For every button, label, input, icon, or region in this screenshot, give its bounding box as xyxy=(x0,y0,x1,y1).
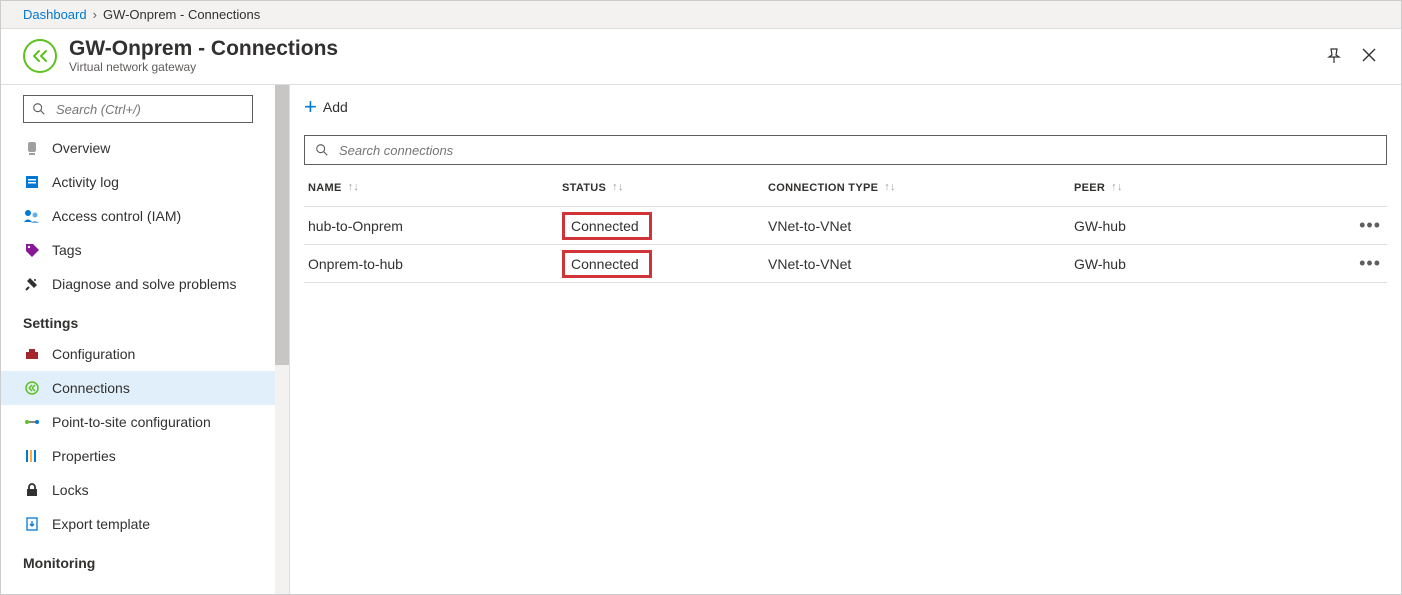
sidebar-section-settings: Settings xyxy=(1,301,289,337)
cell-peer: GW-hub xyxy=(1074,218,1322,234)
cell-status: Connected xyxy=(562,212,768,240)
sidebar-item-configuration[interactable]: Configuration xyxy=(1,337,289,371)
filter-search-input[interactable] xyxy=(337,142,1376,159)
search-icon xyxy=(315,143,329,157)
close-icon[interactable] xyxy=(1361,47,1379,65)
sidebar-search-input[interactable] xyxy=(54,101,244,118)
sidebar-item-label: Locks xyxy=(52,482,89,498)
sidebar-section-monitoring: Monitoring xyxy=(1,541,289,577)
sort-icon: ↑↓ xyxy=(884,182,896,193)
scrollbar-thumb[interactable] xyxy=(275,85,289,365)
table-row[interactable]: hub-to-Onprem Connected VNet-to-VNet GW-… xyxy=(304,207,1387,245)
cell-type: VNet-to-VNet xyxy=(768,256,1074,272)
plus-icon: + xyxy=(304,96,317,118)
column-header-type[interactable]: CONNECTION TYPE ↑↓ xyxy=(768,182,1074,194)
sidebar-item-access-control[interactable]: Access control (IAM) xyxy=(1,199,289,233)
overview-icon xyxy=(23,140,40,157)
cell-name: hub-to-Onprem xyxy=(304,218,562,234)
sidebar-item-label: Access control (IAM) xyxy=(52,208,181,224)
status-badge: Connected xyxy=(562,212,652,240)
sidebar-search[interactable] xyxy=(23,95,253,123)
search-icon xyxy=(32,102,46,116)
sidebar-item-label: Diagnose and solve problems xyxy=(52,276,236,292)
sidebar-scrollbar[interactable] xyxy=(275,85,289,594)
column-header-name[interactable]: NAME ↑↓ xyxy=(304,182,562,194)
tag-icon xyxy=(23,242,40,259)
sort-icon: ↑↓ xyxy=(612,182,624,193)
add-button-label: Add xyxy=(323,99,348,115)
cell-type: VNet-to-VNet xyxy=(768,218,1074,234)
resource-icon xyxy=(23,39,57,73)
sidebar-item-locks[interactable]: Locks xyxy=(1,473,289,507)
sidebar-item-tags[interactable]: Tags xyxy=(1,233,289,267)
row-actions-icon[interactable]: ••• xyxy=(1359,215,1381,236)
sidebar-item-label: Activity log xyxy=(52,174,119,190)
table-row[interactable]: Onprem-to-hub Connected VNet-to-VNet GW-… xyxy=(304,245,1387,283)
sidebar-item-label: Connections xyxy=(52,380,130,396)
activity-log-icon xyxy=(23,174,40,191)
breadcrumb-current: GW-Onprem - Connections xyxy=(103,7,260,22)
main-content: + Add NAME ↑↓ STATUS ↑↓ xyxy=(290,85,1401,594)
cell-status: Connected xyxy=(562,250,768,278)
sidebar-item-diagnose[interactable]: Diagnose and solve problems xyxy=(1,267,289,301)
table-header: NAME ↑↓ STATUS ↑↓ CONNECTION TYPE ↑↓ PEE… xyxy=(304,169,1387,207)
cell-peer: GW-hub xyxy=(1074,256,1322,272)
export-icon xyxy=(23,516,40,533)
sidebar-item-properties[interactable]: Properties xyxy=(1,439,289,473)
configuration-icon xyxy=(23,346,40,363)
page-title: GW-Onprem - Connections xyxy=(69,37,338,60)
cell-name: Onprem-to-hub xyxy=(304,256,562,272)
breadcrumb-separator: › xyxy=(87,7,103,22)
add-button[interactable]: + Add xyxy=(304,96,348,118)
sidebar-item-overview[interactable]: Overview xyxy=(1,131,289,165)
connections-table: NAME ↑↓ STATUS ↑↓ CONNECTION TYPE ↑↓ PEE… xyxy=(304,169,1387,283)
properties-icon xyxy=(23,448,40,465)
sidebar-item-point-to-site[interactable]: Point-to-site configuration xyxy=(1,405,289,439)
sort-icon: ↑↓ xyxy=(348,182,360,193)
diagnose-icon xyxy=(23,276,40,293)
page-header: GW-Onprem - Connections Virtual network … xyxy=(1,29,1401,85)
column-header-peer[interactable]: PEER ↑↓ xyxy=(1074,182,1322,194)
sidebar-item-label: Point-to-site configuration xyxy=(52,414,211,430)
sidebar-item-label: Overview xyxy=(52,140,110,156)
sidebar-item-label: Properties xyxy=(52,448,116,464)
toolbar: + Add xyxy=(290,85,1401,129)
sidebar: « Overview Activity log Access control (… xyxy=(1,85,290,594)
filter-search[interactable] xyxy=(304,135,1387,165)
breadcrumb-root[interactable]: Dashboard xyxy=(23,7,87,22)
sidebar-item-export-template[interactable]: Export template xyxy=(1,507,289,541)
row-actions-icon[interactable]: ••• xyxy=(1359,253,1381,274)
locks-icon xyxy=(23,482,40,499)
sidebar-item-label: Export template xyxy=(52,516,150,532)
sidebar-item-activity-log[interactable]: Activity log xyxy=(1,165,289,199)
sidebar-item-label: Configuration xyxy=(52,346,135,362)
pin-icon[interactable] xyxy=(1325,47,1343,65)
status-badge: Connected xyxy=(562,250,652,278)
column-header-status[interactable]: STATUS ↑↓ xyxy=(562,182,768,194)
page-subtitle: Virtual network gateway xyxy=(69,60,338,74)
iam-icon xyxy=(23,208,40,225)
sort-icon: ↑↓ xyxy=(1111,182,1123,193)
connections-icon xyxy=(23,380,40,397)
breadcrumb: Dashboard › GW-Onprem - Connections xyxy=(1,1,1401,29)
sidebar-item-connections[interactable]: Connections xyxy=(1,371,289,405)
sidebar-item-label: Tags xyxy=(52,242,82,258)
p2s-icon xyxy=(23,414,40,431)
